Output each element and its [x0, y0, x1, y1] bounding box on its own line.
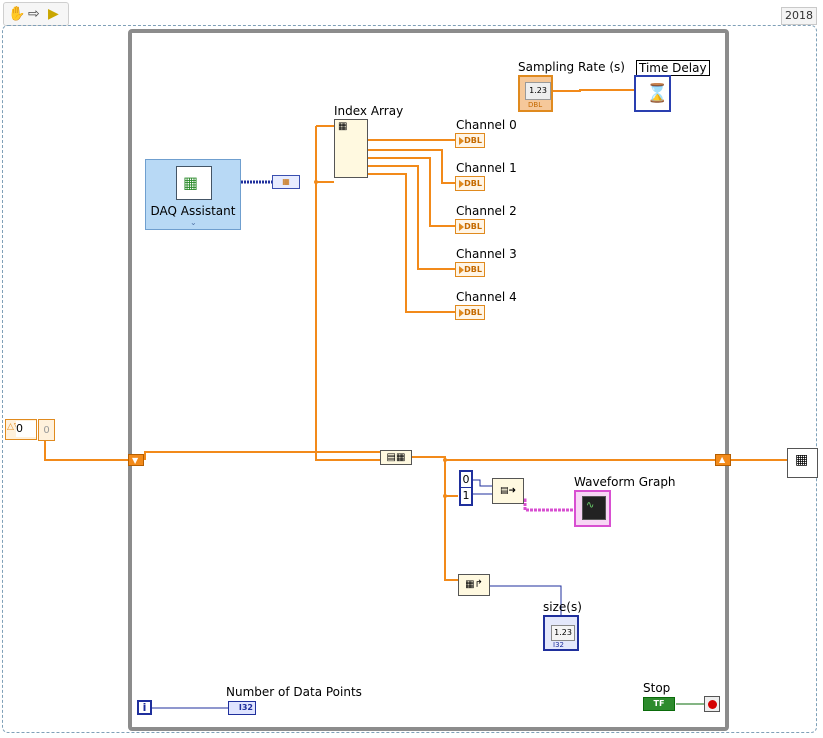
size-value: 1.23: [551, 625, 575, 641]
channel-0-label: Channel 0: [456, 118, 517, 132]
numeric-control-value[interactable]: 0: [16, 421, 36, 437]
shift-register-left[interactable]: ▼: [128, 454, 144, 466]
sampling-rate-label: Sampling Rate (s): [518, 60, 625, 74]
wire-layer: [44, 89, 787, 709]
wire-graph: [516, 498, 574, 512]
wire-const0: [473, 479, 492, 487]
daq-icon: ▦: [176, 166, 212, 200]
index-array-node[interactable]: ▦: [334, 119, 368, 178]
bundle-node[interactable]: ▤➜: [492, 478, 524, 504]
build-array-node[interactable]: ▤▦: [380, 450, 412, 465]
numeric-control[interactable]: △▽ 0: [5, 419, 37, 440]
chevron-down-icon[interactable]: ⌄: [190, 218, 197, 227]
shift-register-right[interactable]: ▲: [715, 454, 731, 466]
size-indicator[interactable]: 1.23 I32: [543, 615, 579, 651]
waveform-graph-label: Waveform Graph: [574, 475, 676, 489]
daq-assistant-node[interactable]: ▦ DAQ Assistant ⌄: [145, 159, 241, 230]
daq-assistant-label: DAQ Assistant: [150, 204, 236, 218]
wire-main-right: [412, 456, 716, 461]
loop-condition[interactable]: [704, 696, 720, 712]
channel-1-label: Channel 1: [456, 161, 517, 175]
write-to-spreadsheet-node[interactable]: ▦: [787, 448, 818, 478]
channel-3-label: Channel 3: [456, 247, 517, 261]
number-of-data-points-indicator[interactable]: I32: [228, 701, 256, 715]
channel-1-indicator[interactable]: DBL: [455, 176, 485, 191]
spreadsheet-icon: ▦: [795, 452, 809, 468]
sampling-rate-value: 1.23: [525, 82, 551, 100]
wire-ch4: [368, 173, 455, 313]
size-type: I32: [553, 641, 564, 649]
constant-one[interactable]: 1: [461, 488, 471, 503]
number-of-data-points-label: Number of Data Points: [226, 685, 362, 699]
wire-to-size: [444, 460, 458, 581]
index-constants[interactable]: 0 1: [459, 470, 473, 506]
iteration-terminal[interactable]: i: [137, 700, 152, 715]
waveform-graph-icon: ∿: [582, 496, 606, 520]
array-constant[interactable]: 0: [38, 419, 55, 441]
channel-2-indicator[interactable]: DBL: [455, 219, 485, 234]
stop-control[interactable]: TF: [643, 697, 675, 711]
channel-0-indicator[interactable]: DBL: [455, 133, 485, 148]
channel-3-indicator[interactable]: DBL: [455, 262, 485, 277]
array-size-node[interactable]: ▦↱: [458, 574, 490, 596]
size-label: size(s): [543, 600, 582, 614]
waveform-graph-indicator[interactable]: ∿: [574, 490, 611, 527]
stop-label: Stop: [643, 681, 671, 695]
channel-2-label: Channel 2: [456, 204, 517, 218]
channel-4-indicator[interactable]: DBL: [455, 305, 485, 320]
wire-shift-left: [144, 451, 380, 460]
channel-4-label: Channel 4: [456, 290, 517, 304]
wire-left-control: [44, 440, 128, 461]
constant-zero[interactable]: 0: [461, 472, 471, 488]
sampling-rate-type: DBL: [528, 101, 543, 109]
sampling-rate-control[interactable]: 1.23 DBL: [518, 75, 553, 112]
wire-sampling-delay: [552, 89, 634, 92]
time-delay-node[interactable]: ⌛: [634, 75, 671, 112]
convert-from-dynamic-data[interactable]: ▦: [272, 175, 300, 189]
index-array-label: Index Array: [334, 104, 404, 118]
time-delay-label: Time Delay: [636, 60, 710, 76]
hourglass-icon: ⌛: [646, 83, 669, 104]
